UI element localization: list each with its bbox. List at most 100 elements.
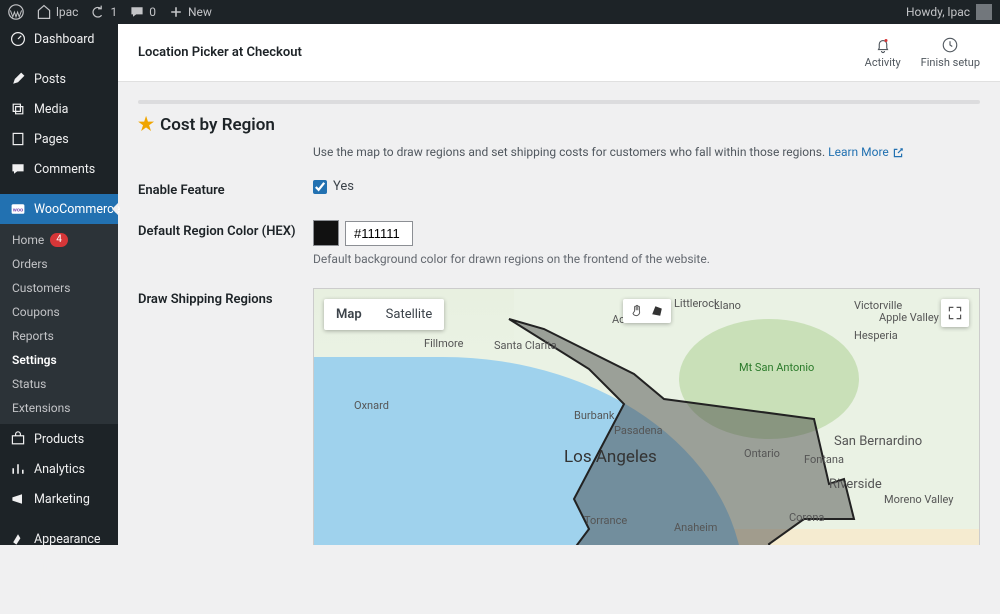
sub-label-coupons: Coupons [12,305,60,319]
admin-sidebar: Dashboard Posts Media Pages Comments woo… [0,24,118,545]
fullscreen-button[interactable] [941,299,969,327]
draw-label: Draw Shipping Regions [138,288,313,307]
activity-button[interactable]: Activity [865,36,901,69]
wp-logo[interactable] [8,4,24,20]
city-ontario: Ontario [744,447,780,460]
learn-more-text: Learn More [828,145,889,159]
new-label: New [188,5,212,19]
sidebar-item-comments[interactable]: Comments [0,154,118,184]
sidebar-label-plugins: Plugins [34,562,75,577]
map-field: Littlerock Acton Llano Victorville Apple… [313,288,980,545]
sidebar-item-pages[interactable]: Pages [0,124,118,154]
color-row: Default Region Color (HEX) Default backg… [138,220,980,266]
hand-icon[interactable] [629,303,645,319]
comments-link[interactable]: 0 [129,4,156,20]
city-pasadena: Pasadena [614,424,663,437]
new-content[interactable]: New [168,4,212,20]
city-fillmore: Fillmore [424,337,463,350]
learn-more-link[interactable]: Learn More [828,145,904,159]
city-llano: Llano [714,299,741,312]
sidebar-item-appearance[interactable]: Appearance [0,524,118,554]
updates-count: 1 [110,5,117,19]
updates[interactable]: 1 [90,4,117,20]
content-area: Location Picker at Checkout Activity Fin… [118,24,1000,545]
color-field: Default background color for drawn regio… [313,220,980,266]
sidebar-label-pages: Pages [34,132,69,147]
star-icon: ★ [138,114,154,135]
sidebar-item-users[interactable]: Users [0,584,118,614]
external-link-icon [892,147,904,159]
sub-item-home[interactable]: Home 4 [0,228,118,252]
topbar: Location Picker at Checkout Activity Fin… [118,24,1000,82]
city-hesperia: Hesperia [854,329,898,342]
city-littlerock: Littlerock [674,297,720,310]
howdy-text[interactable]: Howdy, lpac [906,5,970,19]
sidebar-item-media[interactable]: Media [0,94,118,124]
sub-label-orders: Orders [12,257,48,271]
home-badge: 4 [50,233,68,247]
city-corona: Corona [789,511,824,524]
map[interactable]: Littlerock Acton Llano Victorville Apple… [313,288,980,545]
sub-label-home: Home [12,233,44,247]
sidebar-label-media: Media [34,102,68,117]
city-mtsanantonio: Mt San Antonio [739,361,814,374]
map-draw-control [623,299,671,323]
sub-label-reports: Reports [12,329,54,343]
avatar[interactable] [976,4,992,20]
section-description: Use the map to draw regions and set ship… [313,145,980,159]
sidebar-label-appearance: Appearance [34,532,101,547]
sidebar-item-products[interactable]: Products [0,424,118,454]
settings-body: ★ Cost by Region Use the map to draw reg… [118,82,1000,545]
sidebar-item-plugins[interactable]: Plugins [0,554,118,584]
sidebar-item-posts[interactable]: Posts [0,64,118,94]
page-title: Location Picker at Checkout [138,45,302,60]
city-burbank: Burbank [574,409,614,422]
fullscreen-icon [947,305,963,321]
desc-text: Use the map to draw regions and set ship… [313,145,828,159]
admin-bar-right: Howdy, lpac [906,4,992,20]
section-title: ★ Cost by Region [138,114,980,135]
sidebar-item-analytics[interactable]: Analytics [0,454,118,484]
sub-item-extensions[interactable]: Extensions [0,396,118,420]
finish-label: Finish setup [921,56,980,69]
sub-item-settings[interactable]: Settings [0,348,118,372]
topbar-actions: Activity Finish setup [865,36,980,69]
sidebar-item-woocommerce[interactable]: wooWooCommerce [0,194,118,224]
sub-item-customers[interactable]: Customers [0,276,118,300]
city-fontana: Fontana [804,453,844,466]
sub-label-extensions: Extensions [12,401,70,415]
map-type-satellite[interactable]: Satellite [374,299,445,330]
enable-checkbox[interactable] [313,180,327,194]
sidebar-label-woocommerce: WooCommerce [34,202,120,217]
city-santaclarita: Santa Clarita [494,339,557,352]
bell-icon [874,36,892,54]
sidebar-item-marketing[interactable]: Marketing [0,484,118,514]
woocommerce-submenu: Home 4 Orders Customers Coupons Reports S… [0,224,118,424]
sub-item-reports[interactable]: Reports [0,324,118,348]
enable-field: Yes [313,179,980,194]
sub-label-settings: Settings [12,353,57,367]
sub-item-orders[interactable]: Orders [0,252,118,276]
section-title-text: Cost by Region [160,115,275,135]
sidebar-label-users: Users [34,592,66,607]
color-swatch[interactable] [313,220,339,246]
color-label: Default Region Color (HEX) [138,220,313,239]
city-riverside: Riverside [829,477,882,492]
activity-label: Activity [865,56,901,69]
sidebar-label-posts: Posts [34,72,66,87]
map-type-control: Map Satellite [324,299,444,330]
sidebar-label-products: Products [34,432,84,447]
progress-bar [138,100,980,104]
map-type-map[interactable]: Map [324,299,374,330]
sidebar-label-dashboard: Dashboard [34,32,94,47]
finish-setup-button[interactable]: Finish setup [921,36,980,69]
sidebar-item-dashboard[interactable]: Dashboard [0,24,118,54]
sub-item-status[interactable]: Status [0,372,118,396]
color-input[interactable] [345,221,413,246]
site-name-text: lpac [56,5,78,19]
enable-feature-row: Enable Feature Yes [138,179,980,198]
clock-icon [941,36,959,54]
sub-item-coupons[interactable]: Coupons [0,300,118,324]
polygon-icon[interactable] [649,303,665,319]
site-name[interactable]: lpac [36,4,78,20]
